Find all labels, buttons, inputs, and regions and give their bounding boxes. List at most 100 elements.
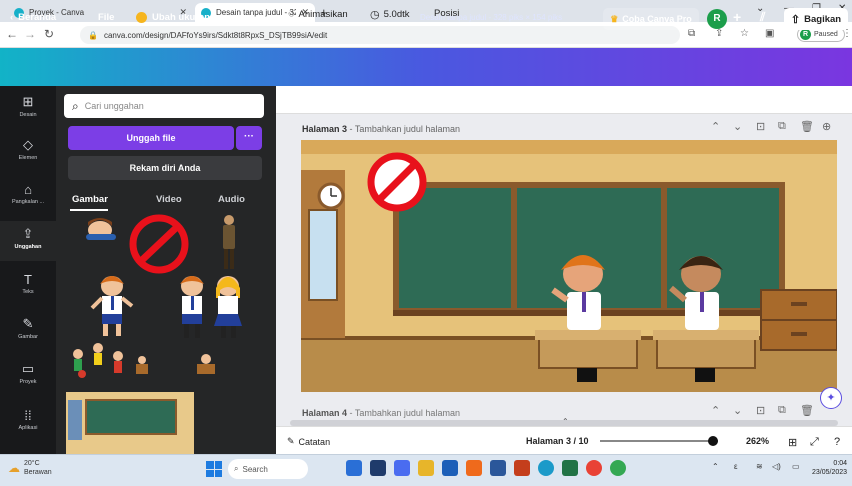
- page-3-title-hint[interactable]: - Tambahkan judul halaman: [350, 124, 460, 134]
- thumb-kids-playing[interactable]: [73, 343, 215, 378]
- taskbar-clock[interactable]: 0:04 23/05/2023: [812, 459, 847, 477]
- add-page-icon[interactable]: ⊕: [822, 120, 831, 133]
- move-page-up-icon[interactable]: ⌃: [711, 404, 720, 417]
- home-button[interactable]: ‹ Beranda: [10, 12, 56, 23]
- volume-icon[interactable]: ◁): [772, 462, 781, 471]
- reload-icon[interactable]: ↻: [44, 27, 54, 41]
- delete-page-icon[interactable]: 🗑: [800, 120, 814, 133]
- back-icon[interactable]: ←: [6, 27, 18, 41]
- app-firefox-icon[interactable]: [466, 460, 482, 476]
- app-powerpoint-icon[interactable]: [514, 460, 530, 476]
- notes-button[interactable]: ✎ Catatan: [287, 436, 330, 447]
- wifi-icon[interactable]: ≋: [756, 462, 763, 471]
- zoom-level[interactable]: 262%: [746, 436, 769, 446]
- thumb-teacher[interactable]: [223, 215, 235, 269]
- move-page-down-icon[interactable]: ⌄: [733, 120, 742, 133]
- lock-icon: 🔒: [88, 30, 98, 40]
- rail-item-uploads[interactable]: ⇪ Unggahan: [0, 221, 56, 261]
- app-chrome-profile-icon[interactable]: [610, 460, 626, 476]
- duplicate-page-icon[interactable]: ⧉: [778, 120, 786, 133]
- zoom-slider-track[interactable]: [600, 440, 718, 442]
- page-indicator[interactable]: Halaman 3 / 10: [526, 436, 589, 446]
- app-bing-icon[interactable]: [346, 460, 362, 476]
- taskbar-search[interactable]: ⌕ Search: [228, 459, 308, 479]
- rail-item-draw[interactable]: ✎ Gambar: [0, 312, 56, 350]
- magic-assistant-icon[interactable]: ✦: [820, 387, 842, 409]
- tab-audio[interactable]: Audio: [218, 194, 245, 205]
- insights-chart-icon[interactable]: ⫽: [760, 10, 765, 25]
- duration-button[interactable]: ◷ 5.0dtk: [370, 8, 410, 21]
- battery-icon[interactable]: ▭: [792, 462, 800, 471]
- thumb-prohibited-sign[interactable]: [129, 214, 189, 274]
- sidepanel-icon[interactable]: ▣: [765, 28, 774, 39]
- upload-more-button[interactable]: ···: [236, 126, 262, 150]
- page-4-title-hint[interactable]: - Tambahkan judul halaman: [350, 408, 460, 418]
- app-meet-icon[interactable]: [394, 460, 410, 476]
- app-store-icon[interactable]: [442, 460, 458, 476]
- show-pages-chevron-icon[interactable]: ⌃: [562, 417, 569, 426]
- app-excel-icon[interactable]: [562, 460, 578, 476]
- rail-item-design[interactable]: ⊞ Desain: [0, 90, 56, 128]
- upload-file-button[interactable]: Unggah file: [68, 126, 234, 150]
- tray-expand-icon[interactable]: ⌃: [712, 462, 719, 471]
- windows-start-icon[interactable]: [206, 461, 222, 477]
- rail-item-brand[interactable]: ⌂ Pangkalan ...: [0, 178, 56, 216]
- animate-button[interactable]: ◌ Animasikan: [288, 8, 348, 20]
- page-3-header[interactable]: Halaman 3 - Tambahkan judul halaman: [302, 124, 460, 134]
- grid-view-icon[interactable]: ⊞: [788, 436, 797, 449]
- rail-item-text[interactable]: T Teks: [0, 268, 56, 306]
- rail-item-projects[interactable]: ▭ Proyek: [0, 357, 56, 395]
- app-word-icon[interactable]: [490, 460, 506, 476]
- resize-button[interactable]: Ubah ukuran: [136, 12, 210, 23]
- thumb-boy-and-girl[interactable]: [180, 276, 242, 338]
- zoom-slider-handle[interactable]: [708, 436, 718, 446]
- clock-icon: ◷: [370, 9, 380, 21]
- thumb-sleeping-kid[interactable]: [86, 218, 116, 240]
- undo-icon[interactable]: ↶: [232, 12, 243, 28]
- prohibited-sign-element[interactable]: [367, 152, 427, 212]
- weather-widget[interactable]: ☁ 20°C Berawan: [8, 459, 52, 477]
- page-4-header[interactable]: Halaman 4 - Tambahkan judul halaman: [302, 408, 460, 418]
- add-people-icon[interactable]: +: [733, 9, 741, 25]
- url-text: canva.com/design/DAFfoYs9irs/Sdkt8t8RpxS…: [103, 30, 328, 40]
- lock-page-icon[interactable]: ⊡: [756, 404, 765, 417]
- file-menu-button[interactable]: File: [98, 12, 114, 23]
- app-chrome-icon[interactable]: [586, 460, 602, 476]
- help-icon[interactable]: ?: [834, 436, 840, 448]
- thumb-classroom[interactable]: [66, 392, 194, 454]
- app-explorer-icon[interactable]: [418, 460, 434, 476]
- delete-page-icon[interactable]: 🗑: [800, 404, 814, 417]
- thumb-cheering-boy[interactable]: [90, 276, 134, 336]
- fullscreen-icon[interactable]: ⤢: [810, 436, 819, 449]
- duration-label: 5.0dtk: [383, 9, 410, 20]
- taskbar-search-label: Search: [242, 464, 268, 474]
- rail-item-apps[interactable]: ⁞⁞ Aplikasi: [0, 404, 56, 442]
- rail-item-elements[interactable]: ◇ Elemen: [0, 133, 56, 171]
- try-pro-button[interactable]: ♛ Coba Canva Pro: [603, 8, 699, 30]
- draw-icon: ✎: [22, 316, 34, 331]
- design-canvas-page-3[interactable]: [301, 140, 837, 392]
- forward-icon[interactable]: →: [24, 27, 36, 41]
- animate-icon: ◌: [288, 8, 295, 20]
- tab-images[interactable]: Gambar: [72, 194, 108, 205]
- position-button[interactable]: Posisi: [434, 8, 459, 19]
- rail-label: Gambar: [18, 334, 38, 340]
- search-input[interactable]: ⌕ Cari unggahan: [64, 94, 264, 118]
- lock-page-icon[interactable]: ⊡: [756, 120, 765, 133]
- move-page-down-icon[interactable]: ⌄: [733, 404, 742, 417]
- language-icon[interactable]: ε: [734, 462, 738, 471]
- move-page-up-icon[interactable]: ⌃: [711, 120, 720, 133]
- share-page-icon[interactable]: ⇪: [715, 28, 723, 39]
- url-bar[interactable]: 🔒 canva.com/design/DAFfoYs9irs/Sdkt8t8Rp…: [80, 26, 680, 44]
- home-label: Beranda: [18, 12, 57, 23]
- user-avatar[interactable]: R: [707, 9, 727, 29]
- duplicate-page-icon[interactable]: ⧉: [778, 404, 786, 417]
- redo-icon[interactable]: ↷: [258, 12, 269, 28]
- share-button[interactable]: ⇧ Bagikan: [784, 8, 848, 30]
- tab-video[interactable]: Video: [156, 194, 182, 205]
- canva-header: [0, 48, 852, 86]
- app-edge-icon[interactable]: [538, 460, 554, 476]
- record-yourself-button[interactable]: Rekam diri Anda: [68, 156, 262, 180]
- app-task-view-icon[interactable]: [370, 460, 386, 476]
- bookmark-star-icon[interactable]: ☆: [740, 28, 749, 39]
